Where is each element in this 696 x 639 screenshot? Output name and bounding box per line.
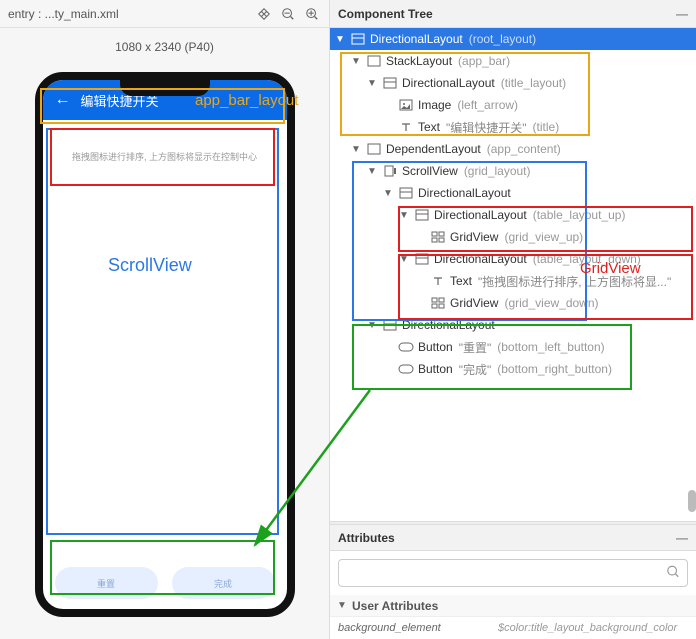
tree-node-grid-down[interactable]: GridView(grid_view_down) [330,292,696,314]
device-preview: ← 编辑快捷开关 拖拽图标进行排序, 上方图标将显示在控制中心 重置 完成 [0,62,329,627]
attributes-search-input[interactable] [338,559,688,587]
collapse-icon[interactable]: — [676,531,688,545]
scroll-icon [382,164,398,178]
attributes-header[interactable]: Attributes — [330,525,696,551]
search-icon[interactable] [666,565,680,582]
done-button[interactable]: 完成 [172,567,275,599]
tree-node-text-title[interactable]: Text"编辑快捷开关"(title) [330,116,696,138]
entry-toolbar: entry : ...ty_main.xml [0,0,329,28]
tree-node-dir-down[interactable]: ▼ DirectionalLayout(table_layout_down) [330,248,696,270]
tree-node-grid-up[interactable]: GridView(grid_view_up) [330,226,696,248]
device-size-label: 1080 x 2340 (P40) [0,28,329,62]
zoom-in-icon[interactable] [303,5,321,23]
user-attributes-header[interactable]: ▼ User Attributes [330,595,696,617]
tree-node-stack[interactable]: ▼ StackLayout(app_bar) [330,50,696,72]
tree-node-dir-title[interactable]: ▼ DirectionalLayout(title_layout) [330,72,696,94]
hint-text: 拖拽图标进行排序, 上方图标将显示在控制中心 [53,138,277,175]
attribute-row[interactable]: background_element $color:title_layout_b… [330,617,696,639]
tree-node-dir-up[interactable]: ▼ DirectionalLayout(table_layout_up) [330,204,696,226]
attr-value: $color:title_layout_background_color [498,622,677,634]
scroll-area: 拖拽图标进行排序, 上方图标将显示在控制中心 [53,138,277,549]
button-icon [398,340,414,354]
reset-button[interactable]: 重置 [55,567,158,599]
layout-icon [414,252,430,266]
text-icon [430,274,446,288]
grid-icon [430,230,446,244]
tree-node-image[interactable]: Image(left_arrow) [330,94,696,116]
layout-icon [366,54,382,68]
collapse-icon[interactable]: — [676,7,688,21]
layout-icon [398,186,414,200]
bug-icon[interactable] [255,5,273,23]
entry-path: entry : ...ty_main.xml [8,7,255,21]
grid-icon [430,296,446,310]
tree-node-root[interactable]: ▼ DirectionalLayout(root_layout) [330,28,696,50]
tree-node-dep[interactable]: ▼ DependentLayout(app_content) [330,138,696,160]
attr-name: background_element [338,622,498,634]
zoom-out-icon[interactable] [279,5,297,23]
layout-icon [350,32,366,46]
attributes-search [330,551,696,595]
bottom-buttons: 重置 完成 [55,567,275,599]
component-tree-title: Component Tree [338,7,433,21]
button-icon [398,362,414,376]
tree-node-scroll[interactable]: ▼ ScrollView(grid_layout) [330,160,696,182]
tree-scrollbar[interactable] [688,490,696,512]
tree-node-btn-left[interactable]: Button"重置"(bottom_left_button) [330,336,696,358]
layout-icon [382,318,398,332]
component-tree-header[interactable]: Component Tree — [330,0,696,28]
tree-node-text-down[interactable]: Text"拖拽图标进行排序, 上方图标将显..." [330,270,696,292]
layout-icon [414,208,430,222]
text-icon [398,120,414,134]
tree-node-dir-inner[interactable]: ▼ DirectionalLayout [330,182,696,204]
image-icon [398,98,414,112]
tree-node-btn-right[interactable]: Button"完成"(bottom_right_button) [330,358,696,380]
tree-node-dir-btn[interactable]: ▼ DirectionalLayout [330,314,696,336]
layout-icon [382,76,398,90]
component-tree[interactable]: ▼ DirectionalLayout(root_layout) ▼ Stack… [330,28,696,521]
back-arrow-icon[interactable]: ← [55,91,71,109]
layout-icon [366,142,382,156]
